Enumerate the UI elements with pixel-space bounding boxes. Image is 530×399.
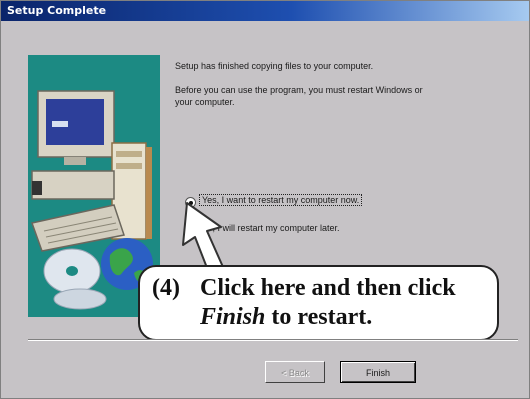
callout-line-1: Click here and then click bbox=[200, 275, 456, 301]
button-separator bbox=[28, 339, 518, 341]
message-line-2: Before you can use the program, you must… bbox=[175, 85, 423, 95]
message-line-1: Setup has finished copying files to your… bbox=[175, 61, 374, 71]
title-bar: Setup Complete bbox=[1, 1, 529, 21]
callout-line-2-rest: to restart. bbox=[265, 304, 373, 330]
instruction-callout: (4) Click here and then click Finish to … bbox=[138, 265, 499, 341]
setup-dialog: Setup Complete Setup has finished copyin… bbox=[0, 0, 530, 399]
finish-button[interactable]: Finish bbox=[340, 361, 416, 383]
message-line-3: your computer. bbox=[175, 97, 235, 107]
window-title: Setup Complete bbox=[7, 4, 107, 17]
callout-finish-word: Finish bbox=[200, 304, 266, 330]
callout-line-2: Finish to restart. bbox=[200, 304, 372, 331]
callout-step-number: (4) bbox=[152, 275, 180, 301]
back-button[interactable]: < Back bbox=[265, 361, 325, 383]
